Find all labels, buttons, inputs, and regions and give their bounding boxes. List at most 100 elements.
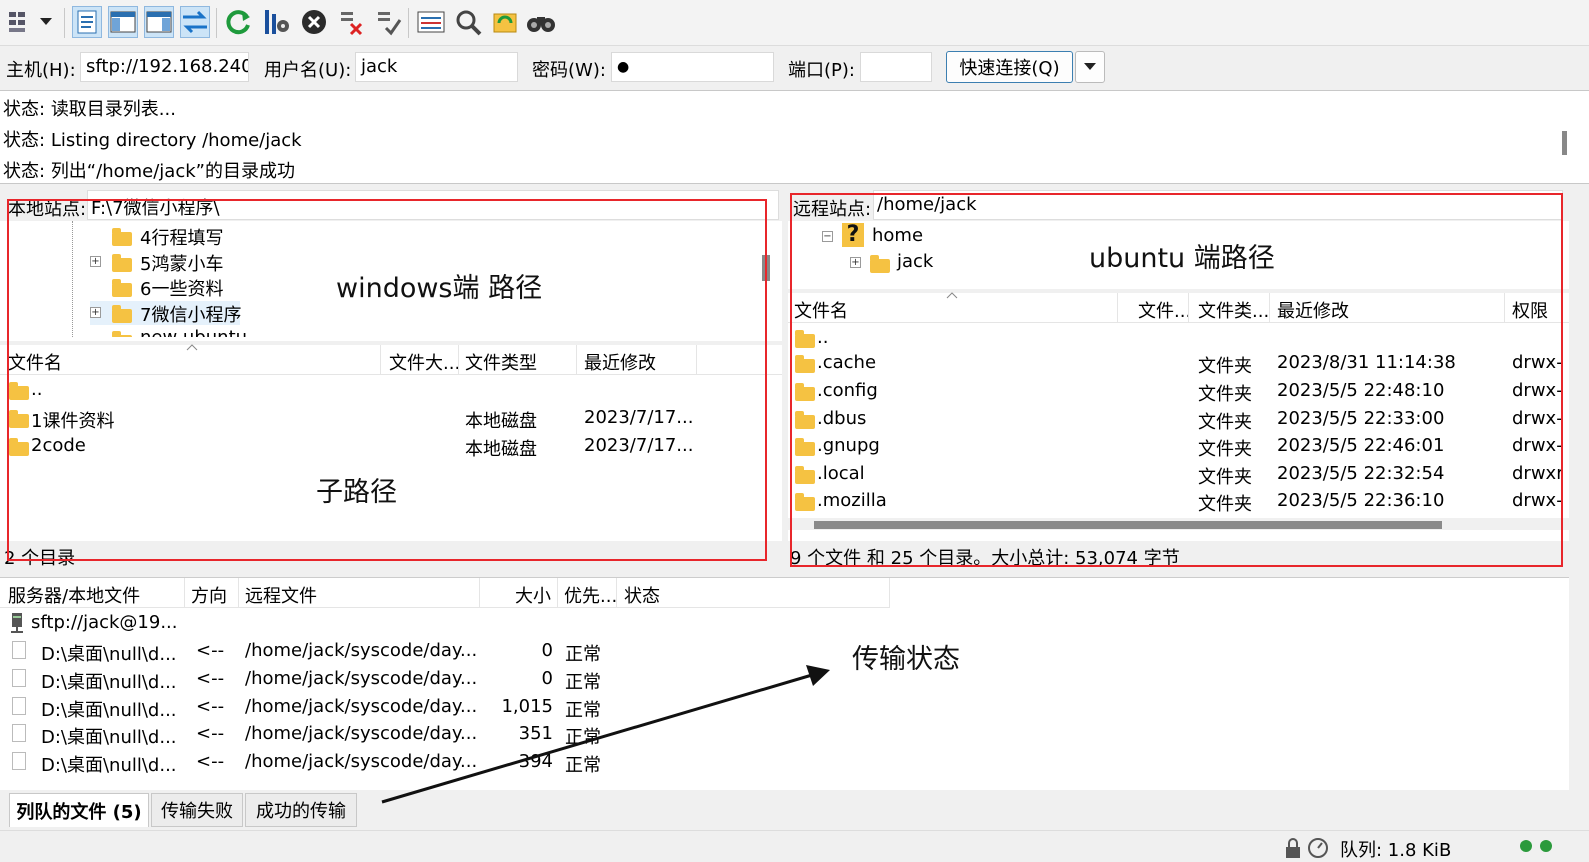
host-input[interactable]: sftp://192.168.240. (80, 52, 249, 82)
file-icon (12, 724, 26, 742)
toolbar (0, 0, 1589, 46)
table-row[interactable]: .dbus 文件夹 2023/5/5 22:33:00 drwx- (788, 406, 1569, 434)
remote-site-bar: 远程站点: /home/jack (788, 189, 1569, 221)
queue-row[interactable]: D:\桌面\null\d... <-- /home/jack/syscode/d… (0, 720, 890, 748)
table-row[interactable]: .local 文件夹 2023/5/5 22:32:54 drwxr (788, 461, 1569, 489)
site-manager-icon[interactable] (6, 6, 36, 38)
table-row[interactable]: 1课件资料 本地磁盘 2023/7/17... (0, 405, 782, 433)
log-line: 状态: 读取目录列表... (3, 99, 176, 120)
table-row[interactable]: .config 文件夹 2023/5/5 22:48:10 drwx- (788, 378, 1569, 406)
col-direction[interactable]: 方向 (187, 578, 239, 608)
toggle-compare-icon[interactable] (453, 6, 483, 38)
col-size[interactable]: 文件... (1134, 293, 1189, 323)
collapse-icon[interactable]: − (822, 231, 833, 242)
reconnect-icon[interactable] (373, 6, 403, 38)
username-input[interactable]: jack (355, 52, 518, 82)
expand-icon[interactable]: + (90, 256, 101, 267)
folder-icon (795, 411, 815, 429)
dropdown-arrow-icon[interactable] (36, 6, 56, 38)
toolbar-separator (408, 8, 409, 38)
port-input[interactable] (860, 52, 932, 82)
expand-icon[interactable]: + (90, 307, 101, 318)
log-line: 状态: Listing directory /home/jack (3, 130, 302, 151)
col-permissions[interactable]: 权限 (1508, 293, 1563, 323)
local-file-header: 文件名 文件大... 文件类型 最近修改 (0, 344, 782, 375)
username-label: 用户名(U): (264, 60, 352, 81)
toggle-queue-icon[interactable] (180, 6, 210, 38)
queue-server-row[interactable]: sftp://jack@19... (0, 609, 890, 637)
local-path-input[interactable]: F:\7微信小程序\ (87, 190, 779, 220)
file-icon (12, 752, 26, 770)
filter-icon[interactable] (416, 6, 446, 38)
unknown-folder-icon: ? (842, 223, 864, 247)
remote-path-input[interactable]: /home/jack (873, 190, 1563, 220)
table-row[interactable]: .mozilla 文件夹 2023/5/5 22:36:10 drwx- (788, 488, 1569, 516)
quickconnect-history-button[interactable] (1075, 51, 1105, 83)
local-tree-scrollbar[interactable] (762, 255, 770, 281)
col-type[interactable]: 文件类型 (461, 345, 577, 375)
folder-icon (795, 466, 815, 484)
quickconnect-bar: 主机(H): sftp://192.168.240. 用户名(U): jack … (0, 46, 1589, 90)
table-row[interactable]: 2code 本地磁盘 2023/7/17... (0, 433, 782, 461)
col-type[interactable]: 文件类... (1194, 293, 1270, 323)
file-icon (12, 697, 26, 715)
status-bar: 队列: 1.8 KiB (0, 830, 1589, 861)
folder-icon (795, 383, 815, 401)
col-size[interactable]: 大小 (482, 578, 558, 608)
toggle-remote-tree-icon[interactable] (144, 6, 174, 38)
cancel-icon[interactable] (299, 6, 329, 38)
search-binoculars-icon[interactable] (526, 6, 556, 38)
queue-row[interactable]: D:\桌面\null\d... <-- /home/jack/syscode/d… (0, 693, 890, 721)
tree-item-selected[interactable]: + 7微信小程序 (90, 301, 241, 326)
col-local-file[interactable]: 服务器/本地文件 (4, 578, 185, 608)
table-row[interactable]: .gnupg 文件夹 2023/5/5 22:46:01 drwx- (788, 433, 1569, 461)
queue-row[interactable]: D:\桌面\null\d... <-- /home/jack/syscode/d… (0, 748, 890, 776)
local-site-bar: 本地站点: F:\7微信小程序\ (0, 189, 782, 221)
col-modified[interactable]: 最近修改 (1273, 293, 1505, 323)
annotation-windows-path: windows端 路径 (336, 273, 543, 304)
toolbar-separator (64, 8, 65, 38)
chevron-down-icon (1084, 63, 1096, 70)
toolbar-separator (216, 8, 217, 38)
tab-failed-transfers[interactable]: 传输失败 (151, 793, 243, 827)
host-label: 主机(H): (6, 60, 76, 81)
folder-icon (112, 305, 132, 323)
quickconnect-button[interactable]: 快速连接(Q) (946, 51, 1073, 83)
password-input[interactable]: ● (611, 52, 774, 82)
table-row[interactable]: .. (788, 323, 1569, 351)
toggle-log-icon[interactable] (72, 6, 102, 38)
process-queue-icon[interactable] (262, 6, 292, 38)
disconnect-icon[interactable] (336, 6, 366, 38)
send-led-icon (1540, 840, 1552, 852)
table-row[interactable]: .cache 文件夹 2023/8/31 11:14:38 drwx- (788, 350, 1569, 378)
log-scrollbar[interactable] (1562, 131, 1567, 155)
pane-splitter[interactable] (782, 189, 788, 572)
port-label: 端口(P): (788, 60, 855, 81)
sort-asc-icon (186, 344, 198, 351)
remote-file-header: 文件名 文件... 文件类... 最近修改 权限 (788, 292, 1569, 323)
queue-row[interactable]: D:\桌面\null\d... <-- /home/jack/syscode/d… (0, 637, 890, 665)
tab-queued-files[interactable]: 列队的文件 (5) (9, 793, 149, 827)
col-size[interactable]: 文件大... (385, 345, 459, 375)
annotation-transfer-status: 传输状态 (852, 644, 960, 675)
expand-icon[interactable]: + (850, 257, 861, 268)
message-log: 状态: 读取目录列表... 状态: Listing directory /hom… (0, 90, 1589, 184)
tab-successful-transfers[interactable]: 成功的传输 (245, 793, 357, 827)
table-row[interactable]: .. (0, 377, 782, 405)
folder-icon (9, 438, 29, 456)
col-remote-file[interactable]: 远程文件 (241, 578, 480, 608)
sync-browse-icon[interactable] (490, 6, 520, 38)
sort-asc-icon (946, 292, 958, 299)
col-modified[interactable]: 最近修改 (580, 345, 697, 375)
toggle-local-tree-icon[interactable] (108, 6, 138, 38)
col-status[interactable]: 状态 (620, 578, 890, 608)
queue-row[interactable]: D:\桌面\null\d... <-- /home/jack/syscode/d… (0, 665, 890, 693)
annotation-ubuntu-path: ubuntu 端路径 (1089, 243, 1275, 274)
refresh-icon[interactable] (224, 6, 254, 38)
folder-icon (9, 410, 29, 428)
local-status: 2 个目录 (0, 541, 782, 572)
remote-hscrollbar[interactable] (814, 521, 1442, 529)
folder-icon (795, 493, 815, 511)
folder-icon (112, 279, 132, 297)
col-priority[interactable]: 优先... (560, 578, 617, 608)
